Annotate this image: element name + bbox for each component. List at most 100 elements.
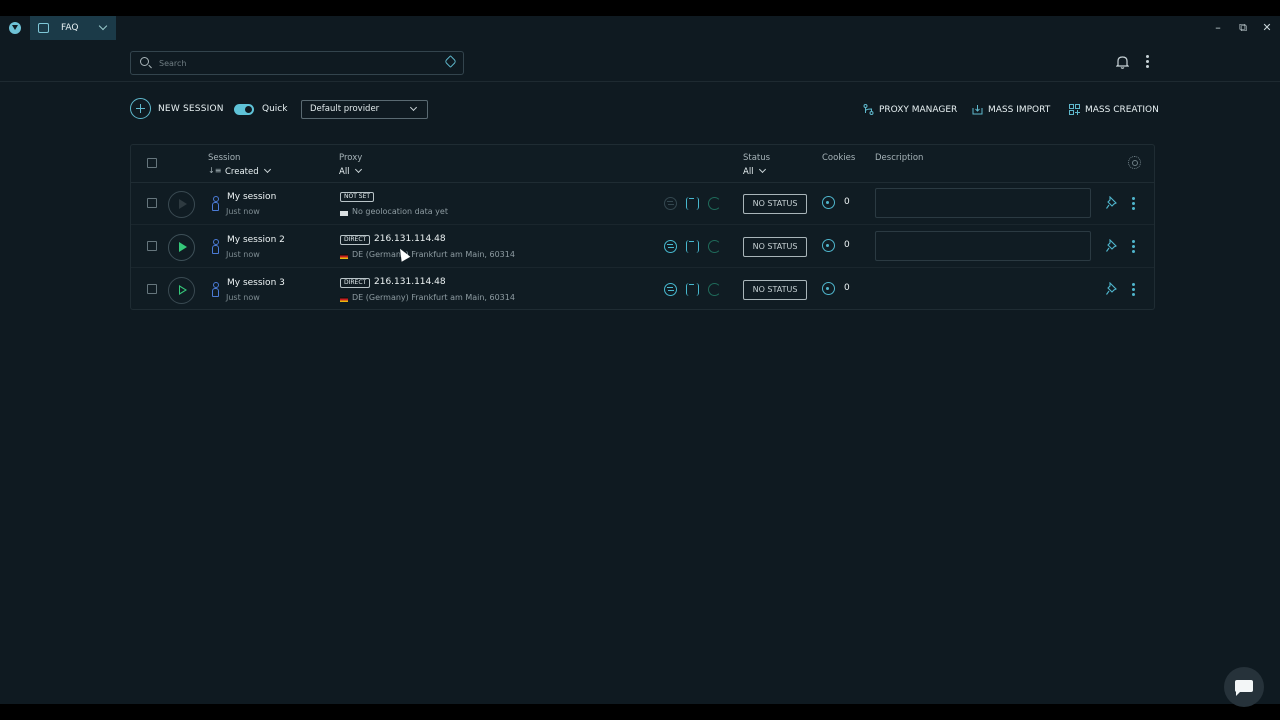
minimize-button[interactable]: –	[1210, 20, 1226, 36]
proxy-manager-button[interactable]: PROXY MANAGER	[863, 104, 957, 115]
workspace-icon	[38, 23, 49, 33]
session-sort-select[interactable]: Created	[225, 165, 271, 177]
person-icon	[212, 239, 219, 254]
table-row[interactable]: My session 2 Just now DIRECT 216.131.114…	[131, 226, 1154, 268]
chevron-down-icon	[354, 165, 362, 174]
play-icon	[179, 242, 187, 252]
session-name[interactable]: My session	[227, 192, 276, 202]
refresh-icon[interactable]	[708, 240, 721, 253]
gear-icon[interactable]	[1128, 156, 1141, 169]
row-menu-icon[interactable]	[1132, 283, 1136, 297]
new-session-button[interactable]: NEW SESSION	[130, 98, 224, 119]
table-row[interactable]: My session 3 Just now DIRECT 216.131.114…	[131, 269, 1154, 311]
status-button[interactable]: NO STATUS	[743, 280, 807, 300]
play-icon	[179, 285, 187, 295]
cookie-count: 0	[844, 197, 850, 207]
chevron-down-icon	[409, 103, 418, 112]
chevron-down-icon[interactable]	[98, 21, 108, 31]
description-field[interactable]	[875, 188, 1091, 218]
new-session-label: NEW SESSION	[158, 103, 224, 114]
workspace-tab[interactable]: FAQ	[30, 16, 116, 40]
quick-toggle[interactable]	[234, 104, 254, 115]
cookies-column-header: Cookies	[822, 153, 856, 163]
play-button[interactable]	[168, 191, 195, 218]
play-button[interactable]	[168, 277, 195, 304]
row-checkbox[interactable]	[147, 284, 157, 294]
play-icon	[179, 199, 187, 209]
top-bar	[0, 40, 1280, 82]
refresh-icon[interactable]	[708, 197, 721, 210]
proxy-branch-icon[interactable]	[686, 240, 699, 253]
provider-selected: Default provider	[310, 104, 380, 114]
mass-import-button[interactable]: MASS IMPORT	[972, 104, 1050, 115]
mass-import-label: MASS IMPORT	[988, 104, 1051, 115]
select-all-checkbox[interactable]	[147, 158, 157, 168]
proxy-filter-label: All	[339, 167, 350, 177]
session-time: Just now	[226, 207, 260, 216]
more-menu-icon[interactable]	[1146, 55, 1150, 69]
description-field[interactable]	[875, 231, 1091, 261]
mass-creation-button[interactable]: MASS CREATION	[1069, 104, 1159, 115]
session-column-header: Session	[208, 153, 241, 163]
pin-icon[interactable]	[1106, 196, 1118, 210]
search-input[interactable]	[159, 55, 419, 71]
bell-icon[interactable]	[1116, 55, 1129, 69]
pin-icon[interactable]	[1106, 239, 1118, 253]
table-header: Session ↓≡ Created Proxy All Status All …	[131, 145, 1154, 183]
status-filter-select[interactable]: All	[743, 165, 766, 177]
flag-de-icon	[340, 254, 348, 259]
row-checkbox[interactable]	[147, 198, 157, 208]
mass-creation-label: MASS CREATION	[1085, 104, 1159, 115]
proxy-branch-icon[interactable]	[686, 197, 699, 210]
cookie-icon[interactable]	[822, 239, 835, 252]
swap-proxy-icon[interactable]	[664, 283, 677, 296]
toolbar: NEW SESSION Quick Default provider PROXY…	[0, 98, 1280, 122]
refresh-icon[interactable]	[708, 283, 721, 296]
flag-de-icon	[340, 297, 348, 302]
play-button[interactable]	[168, 234, 195, 261]
row-menu-icon[interactable]	[1132, 197, 1136, 211]
flag-icon	[340, 211, 348, 216]
cookie-count: 0	[844, 283, 850, 293]
session-time: Just now	[226, 250, 260, 259]
close-button[interactable]: ✕	[1259, 20, 1275, 36]
status-button[interactable]: NO STATUS	[743, 194, 807, 214]
proxy-branch-icon[interactable]	[686, 283, 699, 296]
description-column-header: Description	[875, 153, 924, 163]
proxy-manager-label: PROXY MANAGER	[879, 104, 958, 115]
search-box[interactable]	[130, 51, 464, 75]
cookie-icon[interactable]	[822, 196, 835, 209]
row-menu-icon[interactable]	[1132, 240, 1136, 254]
proxy-type-badge: DIRECT	[340, 278, 371, 288]
plus-circle-icon	[130, 98, 151, 119]
chat-support-button[interactable]	[1224, 667, 1264, 707]
person-icon	[212, 282, 219, 297]
proxy-type-badge: NOT SET	[340, 192, 375, 202]
swap-proxy-icon[interactable]	[664, 197, 677, 210]
session-name[interactable]: My session 2	[227, 235, 285, 245]
swap-proxy-icon[interactable]	[664, 240, 677, 253]
proxy-location: DE (Germany) Frankfurt am Main, 60314	[352, 250, 515, 259]
restore-button[interactable]: ⧉	[1235, 20, 1251, 36]
sort-desc-icon[interactable]: ↓≡	[208, 166, 221, 175]
provider-select[interactable]: Default provider	[301, 100, 428, 119]
table-row[interactable]: My session Just now NOT SET No geolocati…	[131, 183, 1154, 225]
session-name[interactable]: My session 3	[227, 278, 285, 288]
status-button[interactable]: NO STATUS	[743, 237, 807, 257]
quick-label: Quick	[262, 104, 288, 114]
tag-icon[interactable]	[444, 55, 457, 68]
chevron-down-icon	[263, 165, 271, 174]
cookie-icon[interactable]	[822, 282, 835, 295]
app-logo-icon	[9, 22, 21, 34]
chevron-down-icon	[758, 165, 766, 174]
proxy-branch-icon	[863, 104, 874, 115]
row-checkbox[interactable]	[147, 241, 157, 251]
cookie-count: 0	[844, 240, 850, 250]
pin-icon[interactable]	[1106, 282, 1118, 296]
proxy-filter-select[interactable]: All	[339, 165, 362, 177]
person-icon	[212, 196, 219, 211]
sessions-table: Session ↓≡ Created Proxy All Status All …	[130, 144, 1155, 310]
session-time: Just now	[226, 293, 260, 302]
session-sort-label: Created	[225, 167, 259, 177]
import-icon	[972, 105, 983, 115]
